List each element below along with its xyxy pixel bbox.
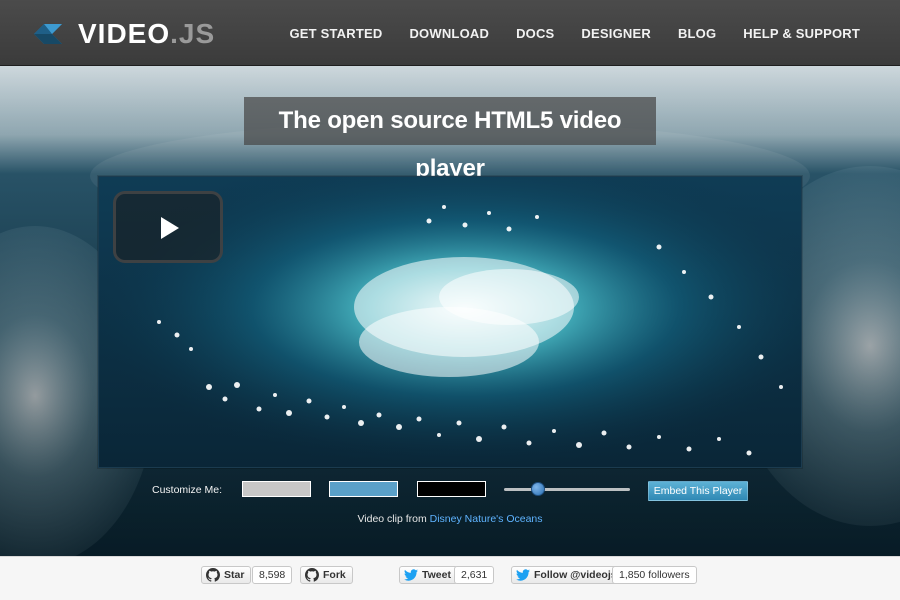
nav-designer[interactable]: DESIGNER <box>581 26 651 41</box>
top-navigation-bar: VIDEO.JS GET STARTED DOWNLOAD DOCS DESIG… <box>0 0 900 66</box>
hero: The open source HTML5 video player Custo… <box>0 66 900 556</box>
video-player[interactable] <box>98 176 802 468</box>
video-credit: Video clip from Disney Nature's Oceans <box>0 513 900 525</box>
tweet-label: Tweet <box>422 569 451 581</box>
swatch-light[interactable] <box>242 481 311 497</box>
github-star-button[interactable]: Star <box>201 566 252 584</box>
swatch-blue[interactable] <box>329 481 398 497</box>
embed-player-button[interactable]: Embed This Player <box>648 481 748 501</box>
brand-name: VIDEO.JS <box>78 20 215 48</box>
github-star-label: Star <box>224 569 245 581</box>
brand-name-suffix: .JS <box>170 18 216 49</box>
nav-blog[interactable]: BLOG <box>678 26 716 41</box>
nav-download[interactable]: DOWNLOAD <box>409 26 489 41</box>
social-bar: Star 8,598 Fork Tweet 2,631 Follow @vide… <box>0 556 900 600</box>
size-slider[interactable] <box>504 482 630 496</box>
main-nav: GET STARTED DOWNLOAD DOCS DESIGNER BLOG … <box>290 0 861 66</box>
slider-thumb[interactable] <box>531 482 546 496</box>
github-icon <box>206 568 221 582</box>
swatch-dark[interactable] <box>417 481 486 497</box>
nav-help-support[interactable]: HELP & SUPPORT <box>743 26 860 41</box>
big-play-button[interactable] <box>113 191 223 263</box>
customize-label: Customize Me: <box>152 484 223 496</box>
brand-name-main: VIDEO <box>78 18 171 49</box>
videojs-logo-icon <box>28 20 68 48</box>
twitter-icon <box>404 568 418 582</box>
github-icon <box>305 568 320 582</box>
slider-track <box>504 488 630 491</box>
tweet-count: 2,631 <box>454 566 495 584</box>
follow-label: Follow @videojs <box>534 569 617 581</box>
github-fork-label: Fork <box>323 569 346 581</box>
twitter-icon <box>516 568 530 582</box>
brand[interactable]: VIDEO.JS <box>28 18 215 50</box>
nav-docs[interactable]: DOCS <box>516 26 554 41</box>
nav-get-started[interactable]: GET STARTED <box>290 26 383 41</box>
play-icon <box>161 217 179 239</box>
follow-button[interactable]: Follow @videojs <box>511 566 624 584</box>
credit-link[interactable]: Disney Nature's Oceans <box>430 513 543 525</box>
tweet-button[interactable]: Tweet <box>399 566 458 584</box>
followers-count: 1,850 followers <box>612 566 697 584</box>
github-star-count: 8,598 <box>252 566 293 584</box>
headline: The open source HTML5 video player <box>244 97 656 182</box>
credit-prefix: Video clip from <box>357 513 430 525</box>
customize-row: Customize Me: Embed This Player <box>0 480 900 504</box>
github-fork-button[interactable]: Fork <box>300 566 353 584</box>
